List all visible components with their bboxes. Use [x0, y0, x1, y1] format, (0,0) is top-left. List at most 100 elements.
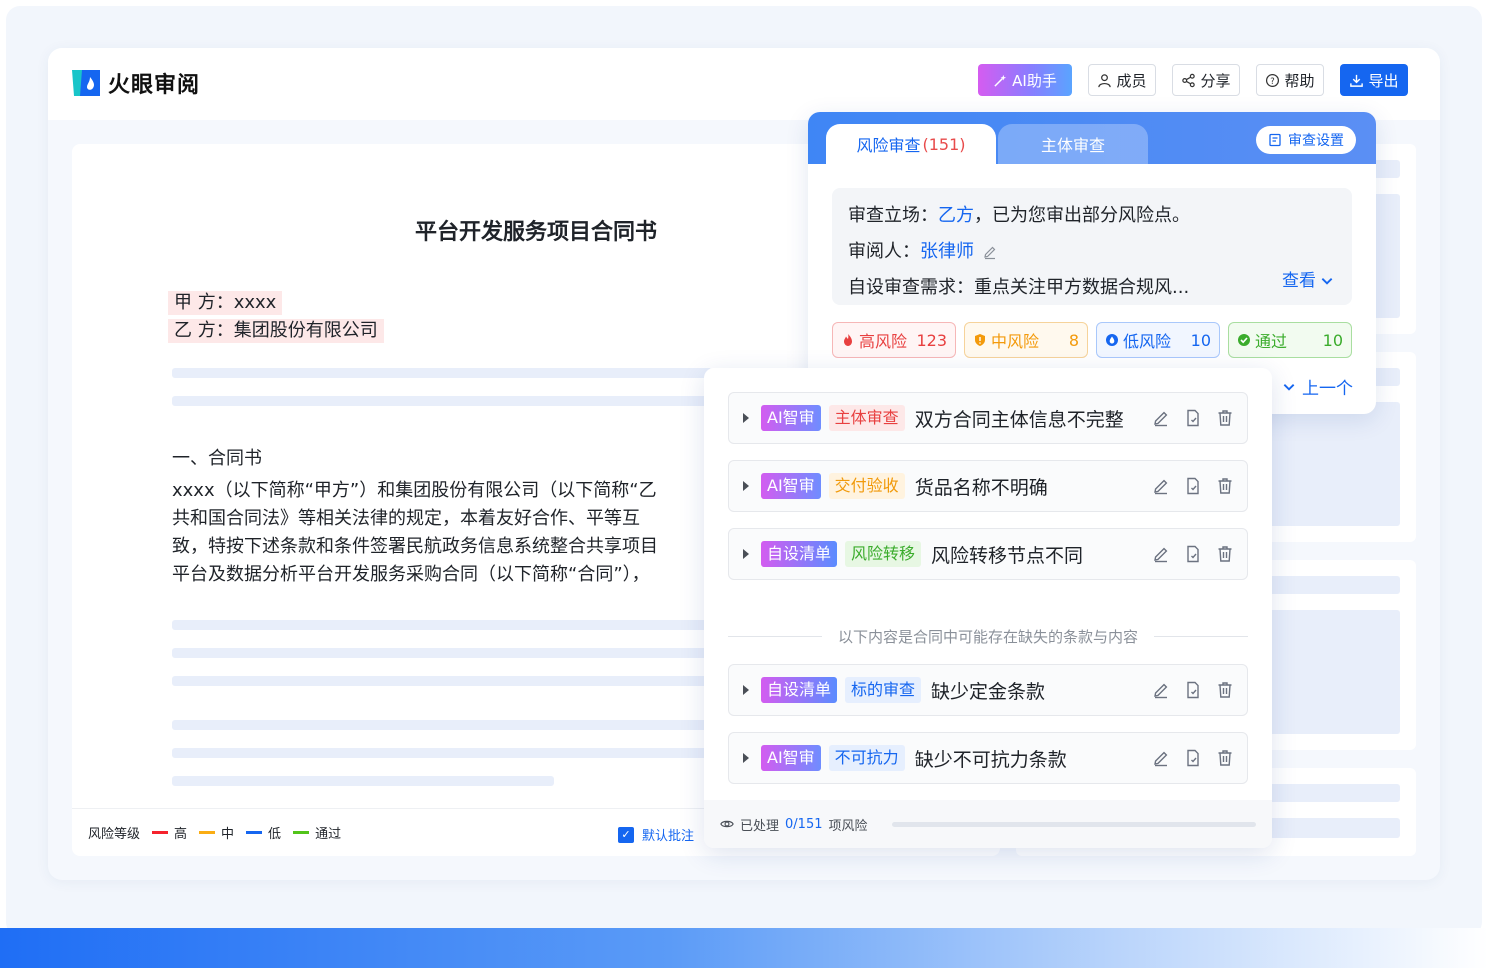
expand-caret-icon[interactable] — [743, 481, 749, 491]
share-button[interactable]: 分享 — [1172, 64, 1240, 96]
pass-filter[interactable]: 通过 10 — [1228, 322, 1352, 358]
delete-icon[interactable] — [1215, 680, 1235, 700]
expand-caret-icon[interactable] — [743, 753, 749, 763]
placeholder-line — [172, 776, 554, 786]
low-swatch — [246, 831, 263, 834]
delete-icon[interactable] — [1215, 544, 1235, 564]
help-button[interactable]: ? 帮助 — [1256, 64, 1324, 96]
mid-risk-label: 中风险 — [991, 332, 1040, 351]
ai-assistant-label: AI助手 — [1012, 71, 1057, 90]
paragraph-line: xxxx（以下简称“甲方”）和集团股份有限公司（以下简称“乙 — [172, 480, 657, 501]
view-more-link[interactable]: 查看 — [1282, 263, 1334, 299]
mid-risk-filter[interactable]: 中风险 8 — [964, 322, 1088, 358]
paragraph-line: 共和国合同法》等相关法律的规定，本着友好合作、平等互 — [172, 508, 640, 529]
tab-subject-label: 主体审查 — [1040, 136, 1105, 155]
export-label: 导出 — [1368, 71, 1399, 90]
divider-line — [1154, 636, 1249, 637]
share-icon — [1182, 73, 1196, 87]
svg-text:?: ? — [1271, 75, 1275, 85]
legend-item-label: 低 — [268, 827, 282, 842]
paragraph-line: 平台及数据分析平台开发服务采购合同（以下简称“合同”）， — [172, 564, 650, 585]
missing-clauses-note: 以下内容是合同中可能存在缺失的条款与内容 — [838, 628, 1139, 646]
issue-title: 缺少不可抗力条款 — [914, 748, 1067, 771]
members-label: 成员 — [1116, 71, 1147, 90]
placeholder-line — [172, 396, 712, 406]
high-risk-filter[interactable]: 高风险 123 — [832, 322, 956, 358]
logo[interactable]: 火眼审阅 — [70, 66, 200, 100]
issue-actions — [1151, 544, 1235, 564]
delete-icon[interactable] — [1215, 408, 1235, 428]
party-b[interactable]: 乙 方：集团股份有限公司 — [168, 319, 384, 343]
check-icon — [1238, 334, 1250, 346]
low-risk-count: 10 — [1190, 330, 1211, 350]
magic-wand-icon — [994, 74, 1007, 87]
source-tag: 自设清单 — [761, 677, 838, 703]
legend-item-label: 通过 — [315, 827, 342, 842]
logo-icon — [72, 70, 100, 96]
bottom-gradient-strip — [0, 928, 1488, 968]
annotate-doc-icon[interactable] — [1183, 544, 1203, 564]
view-more-label: 查看 — [1282, 271, 1316, 291]
processed-prefix: 已处理 — [740, 818, 780, 834]
edit-icon[interactable] — [1151, 680, 1171, 700]
legend-item-pass: 通过 — [293, 823, 341, 842]
previous-issue-button[interactable]: 上一个 — [1282, 374, 1353, 399]
annotate-doc-icon[interactable] — [1183, 748, 1203, 768]
download-icon — [1350, 74, 1364, 87]
issue-item[interactable]: 自设清单 风险转移 风险转移节点不同 — [728, 528, 1248, 580]
source-tag: 自设清单 — [761, 541, 838, 567]
placeholder-line — [172, 720, 712, 730]
missing-item[interactable]: AI智审 不可抗力 缺少不可抗力条款 — [728, 732, 1248, 784]
source-tag: AI智审 — [761, 745, 821, 771]
category-tag: 不可抗力 — [828, 745, 905, 771]
divider-line — [728, 636, 822, 637]
source-tag: AI智审 — [761, 473, 821, 499]
annotate-doc-icon[interactable] — [1183, 408, 1203, 428]
review-settings-button[interactable]: 审查设置 — [1256, 126, 1356, 154]
missing-item[interactable]: 自设清单 标的审查 缺少定金条款 — [728, 664, 1248, 716]
party-a[interactable]: 甲 方：xxxx — [168, 291, 283, 315]
previous-issue-label: 上一个 — [1302, 379, 1353, 399]
review-settings-label: 审查设置 — [1288, 133, 1344, 149]
default-annotation-toggle[interactable]: ✓ 默认批注 — [618, 825, 694, 844]
custom-requirement-label: 自设审查需求： — [848, 277, 974, 298]
delete-icon[interactable] — [1215, 748, 1235, 768]
expand-caret-icon[interactable] — [743, 549, 749, 559]
annotate-doc-icon[interactable] — [1183, 680, 1203, 700]
export-button[interactable]: 导出 — [1340, 64, 1408, 96]
issue-actions — [1151, 680, 1235, 700]
high-swatch — [152, 831, 169, 834]
app-name: 火眼审阅 — [108, 73, 201, 98]
pass-swatch — [293, 831, 310, 834]
edit-icon[interactable] — [1151, 544, 1171, 564]
missing-clauses-divider: 以下内容是合同中可能存在缺失的条款与内容 — [728, 626, 1249, 647]
expand-caret-icon[interactable] — [743, 413, 749, 423]
legend-item-low: 低 — [246, 823, 281, 842]
edit-pencil-icon[interactable] — [982, 244, 998, 260]
ai-assistant-button[interactable]: AI助手 — [978, 64, 1072, 96]
pass-label: 通过 — [1255, 332, 1288, 351]
edit-icon[interactable] — [1151, 476, 1171, 496]
annotate-doc-icon[interactable] — [1183, 476, 1203, 496]
drop-icon — [1106, 334, 1118, 346]
low-risk-label: 低风险 — [1123, 332, 1172, 351]
custom-requirement-row: 自设审查需求：重点关注甲方数据合规风... — [848, 270, 1352, 306]
issue-item[interactable]: AI智审 交付验收 货品名称不明确 — [728, 460, 1248, 512]
category-tag: 主体审查 — [828, 405, 905, 431]
processed-count: 0/151 — [785, 816, 823, 832]
members-button[interactable]: 成员 — [1088, 64, 1156, 96]
low-risk-filter[interactable]: 低风险 10 — [1096, 322, 1220, 358]
issue-item[interactable]: AI智审 主体审查 双方合同主体信息不完整 — [728, 392, 1248, 444]
edit-icon[interactable] — [1151, 748, 1171, 768]
paragraph-line: 致，特按下述条款和条件签署民航政务信息系统整合共享项目 — [172, 536, 658, 557]
tab-subject-review[interactable]: 主体审查 — [998, 124, 1148, 164]
mid-swatch — [199, 831, 216, 834]
delete-icon[interactable] — [1215, 476, 1235, 496]
edit-icon[interactable] — [1151, 408, 1171, 428]
processed-suffix: 项风险 — [828, 818, 868, 834]
tab-risk-review[interactable]: 风险审查 (151) — [826, 124, 996, 164]
expand-caret-icon[interactable] — [743, 685, 749, 695]
legend-item-mid: 中 — [199, 823, 234, 842]
share-label: 分享 — [1200, 71, 1231, 90]
checkbox-checked-icon[interactable]: ✓ — [618, 826, 634, 843]
